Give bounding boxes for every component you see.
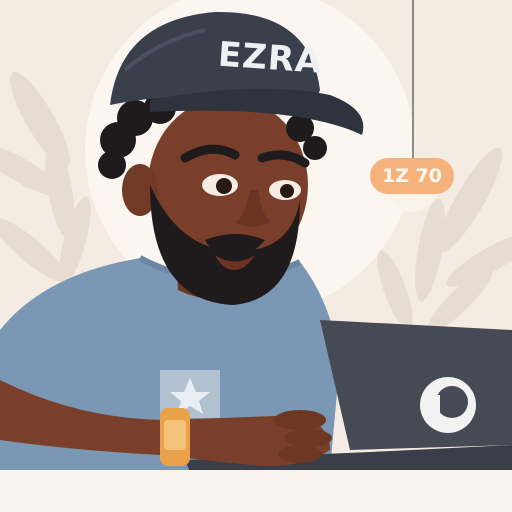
laptop-logo-inner bbox=[436, 386, 468, 418]
table bbox=[0, 470, 512, 512]
laptop-screen-back bbox=[320, 320, 512, 450]
number-badge: 1Z 70 bbox=[370, 158, 454, 194]
illustration-scene: EZRA 1Z 70 bbox=[0, 0, 512, 512]
pupil-left bbox=[216, 178, 232, 194]
laptop-logo-mark bbox=[432, 395, 440, 413]
cap-logo-text: EZRA bbox=[216, 34, 324, 82]
watch-face bbox=[164, 420, 186, 450]
pupil-right bbox=[280, 184, 294, 198]
